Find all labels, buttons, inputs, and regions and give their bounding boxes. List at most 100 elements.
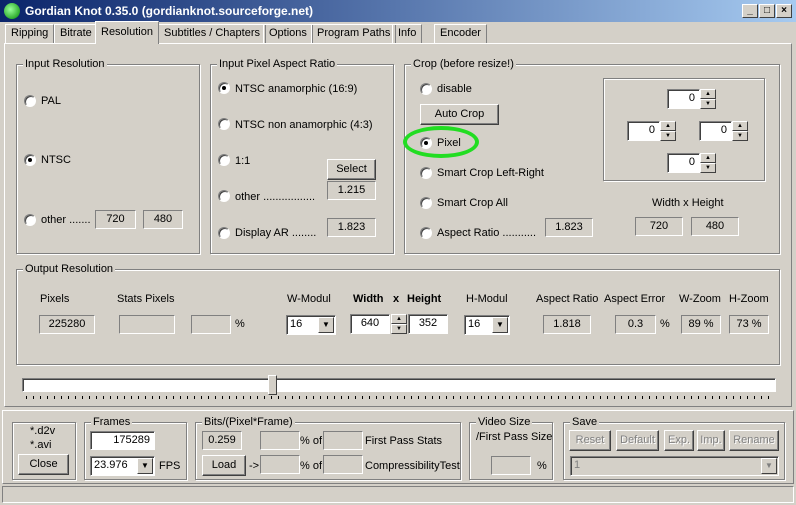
chevron-down-icon[interactable]: ▼ — [761, 458, 777, 474]
label-smart-crop-left-right: Smart Crop Left-Right — [437, 167, 544, 179]
chevron-down-icon[interactable]: ▼ — [137, 458, 153, 474]
input-resolution-title: Input Resolution — [23, 58, 107, 70]
w-modul-value: 16 — [290, 318, 303, 330]
tab-encoder[interactable]: Encoder — [434, 24, 487, 43]
close-button[interactable]: Close — [18, 454, 69, 475]
w-modul-label: W-Modul — [287, 293, 331, 305]
reset-button[interactable]: Reset — [569, 430, 611, 451]
radio-smart-crop-left-right[interactable] — [420, 167, 432, 179]
save-profile-select[interactable]: 1 ▼ — [570, 456, 779, 476]
crop-left-input[interactable]: 0 — [627, 121, 660, 141]
fps-value: 23.976 — [94, 459, 128, 471]
label-ntsc-anamorphic: NTSC anamorphic (16:9) — [235, 83, 358, 95]
stats-pixels-value — [119, 315, 175, 334]
first-pass-value — [323, 431, 363, 450]
radio-ntsc-anamorphic[interactable] — [218, 82, 230, 94]
export-button[interactable]: Exp. — [664, 430, 694, 451]
stats-pixels-label: Stats Pixels — [117, 293, 175, 305]
minimize-button[interactable]: _ — [742, 4, 758, 18]
default-button[interactable]: Default — [616, 430, 659, 451]
d2v-label: *.d2v — [30, 425, 56, 437]
h-modul-select[interactable]: 16 ▼ — [464, 315, 510, 335]
w-zoom-label: W-Zoom — [679, 293, 721, 305]
h-modul-value: 16 — [468, 318, 481, 330]
crop-top-input[interactable]: 0 — [667, 89, 700, 109]
radio-pal[interactable] — [24, 95, 36, 107]
bpf-value: 0.259 — [202, 431, 242, 450]
save-title: Save — [570, 416, 600, 428]
output-height-input[interactable]: 352 — [408, 314, 448, 334]
crop-aspect-ratio-value: 1.823 — [545, 218, 593, 237]
tab-options[interactable]: Options — [263, 24, 313, 43]
stats-percent-sign: % — [235, 318, 245, 330]
aspect-ratio-value: 1.818 — [543, 315, 591, 334]
radio-smart-crop-all[interactable] — [420, 197, 432, 209]
label-other-resolution: other ....... — [41, 214, 91, 226]
chevron-down-icon[interactable]: ▼ — [318, 317, 334, 333]
input-width-field: 720 — [95, 210, 136, 229]
radio-1-1[interactable] — [218, 154, 230, 166]
h-modul-label: H-Modul — [466, 293, 508, 305]
stats-percent-value — [191, 315, 231, 334]
fps-select[interactable]: 23.976 ▼ — [90, 456, 155, 476]
video-size-percent-value — [491, 456, 531, 475]
first-pass-pct-of: % of — [300, 435, 323, 447]
app-icon — [4, 3, 20, 19]
frames-input[interactable]: 175289 — [90, 431, 155, 450]
tab-subtitles-chapters[interactable]: Subtitles / Chapters — [158, 24, 266, 43]
input-height-field: 480 — [143, 210, 183, 229]
tab-resolution[interactable]: Resolution — [95, 21, 159, 44]
input-par-title: Input Pixel Aspect Ratio — [217, 58, 338, 70]
other-par-value: 1.215 — [327, 181, 376, 200]
video-size-title: Video Size — [476, 416, 533, 428]
avi-label: *.avi — [30, 439, 52, 451]
radio-ntsc[interactable] — [24, 154, 36, 166]
auto-crop-button[interactable]: Auto Crop — [420, 104, 499, 125]
close-window-button[interactable]: × — [776, 4, 792, 18]
tab-ripping[interactable]: Ripping — [5, 24, 55, 43]
w-zoom-value: 89 % — [681, 315, 721, 334]
arrow-label: -> — [249, 460, 260, 472]
bpf-title: Bits/(Pixel*Frame) — [202, 416, 295, 428]
radio-other-par[interactable] — [218, 190, 230, 202]
aspect-error-label: Aspect Error — [604, 293, 666, 305]
video-size-percent-sign: % — [537, 460, 547, 472]
compress-percent-value — [260, 455, 300, 474]
chevron-down-icon[interactable]: ▼ — [492, 317, 508, 333]
first-pass-stats-label: First Pass Stats — [365, 435, 443, 447]
tab-bitrate[interactable]: Bitrate — [54, 24, 98, 43]
radio-other-resolution[interactable] — [24, 214, 36, 226]
compress-pct-of: % of — [300, 460, 323, 472]
display-ar-value: 1.823 — [327, 218, 376, 237]
crop-bottom-input[interactable]: 0 — [667, 153, 700, 173]
compress-value — [323, 455, 363, 474]
crop-wh-label: Width x Height — [652, 197, 724, 209]
save-profile-value: 1 — [574, 459, 581, 471]
label-1-1: 1:1 — [235, 155, 251, 167]
label-crop-disable: disable — [437, 83, 472, 95]
select-button[interactable]: Select — [327, 159, 376, 180]
tab-info[interactable]: Info — [392, 24, 423, 43]
radio-crop-disable[interactable] — [420, 83, 432, 95]
w-modul-select[interactable]: 16 ▼ — [286, 315, 336, 335]
radio-display-ar[interactable] — [218, 227, 230, 239]
label-crop-aspect-ratio: Aspect Ratio ........... — [437, 227, 537, 239]
load-button[interactable]: Load — [202, 455, 246, 476]
maximize-button[interactable]: □ — [759, 4, 775, 18]
aspect-ratio-label: Aspect Ratio — [536, 293, 599, 305]
rename-button[interactable]: Rename — [729, 430, 779, 451]
label-ntsc-non-anamorphic: NTSC non anamorphic (4:3) — [235, 119, 373, 131]
height-label: Height — [407, 293, 442, 305]
import-button[interactable]: Imp. — [697, 430, 725, 451]
output-width-input[interactable]: 640 — [350, 314, 390, 334]
crop-title: Crop (before resize!) — [411, 58, 516, 70]
resize-slider-thumb[interactable] — [268, 375, 277, 395]
status-bar — [2, 486, 794, 503]
tab-program-paths[interactable]: Program Paths — [311, 24, 397, 43]
radio-ntsc-non-anamorphic[interactable] — [218, 118, 230, 130]
label-ntsc: NTSC — [41, 154, 71, 166]
h-zoom-label: H-Zoom — [729, 293, 769, 305]
resize-slider-track[interactable] — [22, 378, 776, 392]
crop-right-input[interactable]: 0 — [699, 121, 732, 141]
radio-crop-aspect-ratio[interactable] — [420, 227, 432, 239]
